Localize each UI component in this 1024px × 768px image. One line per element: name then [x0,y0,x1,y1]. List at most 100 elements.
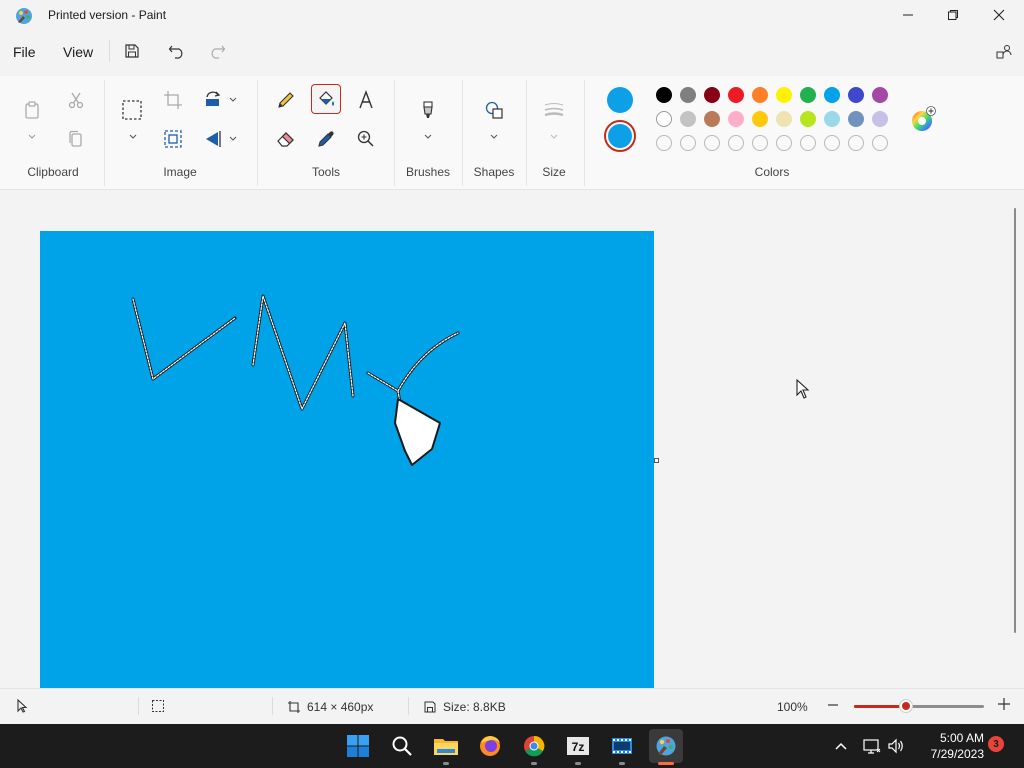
taskbar-file-explorer[interactable] [429,729,463,765]
palette-swatch[interactable] [656,87,672,103]
text-button[interactable] [351,85,381,115]
size-button[interactable] [539,95,569,125]
drawing-canvas[interactable] [40,231,654,688]
palette-swatch[interactable] [776,87,792,103]
custom-color-slot[interactable] [872,135,888,151]
minimize-button[interactable] [885,0,931,30]
active-indicator [658,762,674,765]
flip-button[interactable] [198,124,228,154]
palette-swatch[interactable] [728,111,744,127]
show-hidden-icons-button[interactable] [831,736,851,756]
shapes-dropdown-icon[interactable] [489,131,499,141]
select-dropdown-icon[interactable] [128,131,138,141]
palette-swatch[interactable] [824,111,840,127]
canvas-dimensions-text: 614 × 460px [307,700,374,714]
palette-swatch[interactable] [704,111,720,127]
eraser-button[interactable] [271,124,301,154]
taskbar-firefox[interactable] [473,729,507,763]
custom-color-slot[interactable] [752,135,768,151]
close-button[interactable] [976,0,1022,30]
zoom-slider-thumb[interactable] [900,700,912,712]
taskbar-chrome[interactable] [517,729,551,765]
color2-swatch[interactable] [604,120,636,152]
cut-button[interactable] [61,85,91,115]
taskbar-video-editor[interactable] [605,729,639,765]
paste-dropdown-icon[interactable] [27,131,37,141]
custom-color-slot[interactable] [776,135,792,151]
shapes-button[interactable] [479,95,509,125]
palette-swatch[interactable] [680,111,696,127]
palette-swatch[interactable] [752,87,768,103]
zoom-in-button[interactable] [997,697,1011,711]
palette-swatch[interactable] [800,87,816,103]
volume-button[interactable] [886,736,906,756]
magnifier-button[interactable] [351,124,381,154]
menu-view[interactable]: View [63,44,93,60]
brushes-button[interactable] [413,95,443,125]
notification-badge[interactable]: 3 [988,736,1004,752]
redo-button[interactable] [205,40,229,62]
paste-button[interactable] [17,95,47,125]
palette-swatch[interactable] [704,87,720,103]
palette-swatch[interactable] [848,111,864,127]
color2-fill [608,124,632,148]
custom-color-slot[interactable] [824,135,840,151]
zoom-out-button[interactable] [827,698,839,712]
color1-swatch[interactable] [607,87,633,113]
save-button[interactable] [120,40,144,62]
speaker-icon [888,738,903,754]
menu-file[interactable]: File [13,44,36,60]
paint-icon [656,736,676,756]
palette-swatch[interactable] [680,87,696,103]
palette-swatch[interactable] [872,111,888,127]
palette-swatch[interactable] [824,87,840,103]
fill-button[interactable] [311,84,341,114]
taskbar-7zip[interactable]: 7z [561,729,595,765]
size-dropdown-icon[interactable] [549,131,559,141]
ribbon-divider [584,80,585,186]
custom-color-slot[interactable] [800,135,816,151]
network-button[interactable] [862,736,882,756]
ribbon-divider [394,80,395,186]
palette-swatch[interactable] [656,111,672,127]
taskbar-search-button[interactable] [385,729,419,763]
rotate-dropdown-icon[interactable] [228,94,238,104]
custom-color-slot[interactable] [704,135,720,151]
running-indicator [531,762,537,765]
palette-swatch[interactable] [776,111,792,127]
custom-color-slot[interactable] [680,135,696,151]
palette-swatch[interactable] [752,111,768,127]
color-picker-button[interactable] [311,124,341,154]
video-editor-icon [612,738,632,754]
copy-button[interactable] [61,124,91,154]
restore-button[interactable] [930,0,976,30]
vertical-scrollbar[interactable] [1014,208,1016,633]
zoom-slider[interactable] [854,705,984,708]
rotate-button[interactable] [198,85,228,115]
paint-palette-icon [16,8,32,24]
taskbar-clock[interactable]: 5:00 AM 7/29/2023 [918,730,984,762]
text-icon [359,90,373,109]
pencil-button[interactable] [271,85,301,115]
crop-button[interactable] [158,85,188,115]
palette-swatch[interactable] [872,87,888,103]
brushes-dropdown-icon[interactable] [423,131,433,141]
flip-dropdown-icon[interactable] [228,133,238,143]
custom-color-slot[interactable] [656,135,672,151]
custom-color-slot[interactable] [728,135,744,151]
edit-colors-icon[interactable] [909,106,937,134]
taskbar-paint[interactable] [649,729,683,765]
image-group-label: Image [163,165,197,179]
palette-swatch[interactable] [800,111,816,127]
clock-date: 7/29/2023 [930,747,984,761]
rotate-icon [206,91,221,106]
start-button[interactable] [341,729,375,763]
resize-button[interactable] [158,124,188,154]
select-button[interactable] [117,95,147,125]
account-button[interactable] [992,40,1016,62]
undo-button[interactable] [165,40,189,62]
canvas-resize-handle[interactable] [654,458,659,463]
custom-color-slot[interactable] [848,135,864,151]
palette-swatch[interactable] [728,87,744,103]
palette-swatch[interactable] [848,87,864,103]
